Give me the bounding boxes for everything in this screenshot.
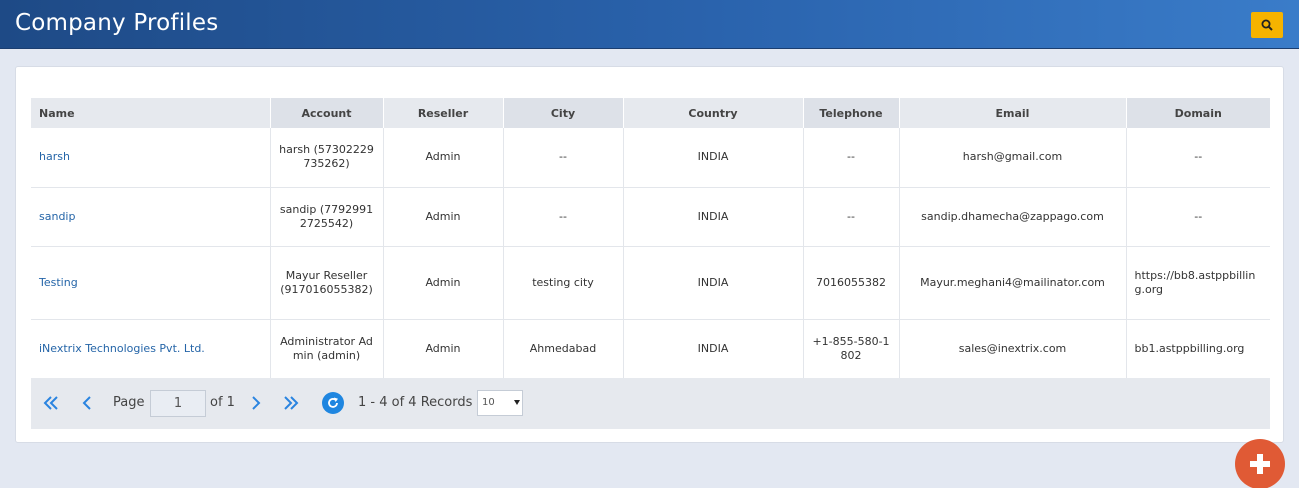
- chevron-left-icon[interactable]: [81, 395, 93, 411]
- domain-cell: --: [1126, 187, 1270, 247]
- city-cell: testing city: [503, 246, 624, 320]
- table-row: Testing Mayur Reseller (917016055382) Ad…: [31, 246, 1270, 320]
- search-button[interactable]: [1251, 12, 1283, 38]
- column-header-reseller[interactable]: Reseller: [383, 98, 504, 128]
- table-row: sandip sandip (77929912725542) Admin -- …: [31, 187, 1270, 247]
- country-cell: INDIA: [623, 128, 804, 188]
- add-company-button[interactable]: [1235, 439, 1285, 488]
- top-header-bar: Company Profiles: [0, 0, 1299, 49]
- reseller-cell: Admin: [383, 319, 504, 379]
- account-cell: Mayur Reseller (917016055382): [270, 246, 384, 320]
- column-header-telephone[interactable]: Telephone: [803, 98, 900, 128]
- email-cell: sales@inextrix.com: [899, 319, 1127, 379]
- company-profiles-table: Name Account Reseller City Country Telep…: [31, 98, 1270, 379]
- refresh-button[interactable]: [322, 392, 344, 414]
- account-cell: harsh (57302229735262): [270, 128, 384, 188]
- account-cell: sandip (77929912725542): [270, 187, 384, 247]
- city-cell: --: [503, 128, 624, 188]
- email-cell: sandip.dhamecha@zappago.com: [899, 187, 1127, 247]
- chevron-right-icon[interactable]: [250, 395, 262, 411]
- page-number-input[interactable]: [150, 390, 206, 417]
- company-name-link[interactable]: iNextrix Technologies Pvt. Ltd.: [39, 342, 205, 355]
- plus-icon: [1250, 454, 1270, 474]
- telephone-cell: 7016055382: [803, 246, 900, 320]
- email-cell: Mayur.meghani4@mailinator.com: [899, 246, 1127, 320]
- pagination-bar: Page of 1 1 - 4 of 4 Records 10: [31, 378, 1270, 429]
- domain-cell: https://bb8.astppbilling.org: [1126, 246, 1270, 320]
- reseller-cell: Admin: [383, 128, 504, 188]
- page-title: Company Profiles: [15, 10, 219, 36]
- column-header-domain[interactable]: Domain: [1126, 98, 1270, 128]
- company-name-link[interactable]: harsh: [39, 150, 70, 163]
- double-chevron-left-icon[interactable]: [43, 395, 59, 411]
- page-count-label: of 1: [210, 395, 235, 410]
- records-count-label: 1 - 4 of 4 Records: [358, 395, 473, 410]
- company-name-link[interactable]: Testing: [39, 276, 78, 289]
- profiles-card: Name Account Reseller City Country Telep…: [15, 66, 1284, 443]
- reseller-cell: Admin: [383, 246, 504, 320]
- page-label: Page: [113, 395, 145, 410]
- country-cell: INDIA: [623, 319, 804, 379]
- table-row: iNextrix Technologies Pvt. Ltd. Administ…: [31, 319, 1270, 379]
- email-cell: harsh@gmail.com: [899, 128, 1127, 188]
- dropdown-arrow-icon: [514, 400, 520, 405]
- table-row: harsh harsh (57302229735262) Admin -- IN…: [31, 128, 1270, 188]
- column-header-name[interactable]: Name: [31, 98, 271, 128]
- city-cell: --: [503, 187, 624, 247]
- country-cell: INDIA: [623, 187, 804, 247]
- company-name-link[interactable]: sandip: [39, 210, 75, 223]
- telephone-cell: --: [803, 128, 900, 188]
- reseller-cell: Admin: [383, 187, 504, 247]
- domain-cell: --: [1126, 128, 1270, 188]
- domain-cell: bb1.astppbilling.org: [1126, 319, 1270, 379]
- double-chevron-right-icon[interactable]: [283, 395, 299, 411]
- page-size-select[interactable]: 10: [477, 390, 523, 416]
- column-header-country[interactable]: Country: [623, 98, 804, 128]
- city-cell: Ahmedabad: [503, 319, 624, 379]
- search-icon: [1261, 19, 1273, 31]
- telephone-cell: +1-855-580-1802: [803, 319, 900, 379]
- column-header-city[interactable]: City: [503, 98, 624, 128]
- column-header-account[interactable]: Account: [270, 98, 384, 128]
- refresh-icon: [328, 397, 338, 408]
- page-size-value: 10: [482, 397, 495, 408]
- country-cell: INDIA: [623, 246, 804, 320]
- column-header-email[interactable]: Email: [899, 98, 1127, 128]
- table-header-row: Name Account Reseller City Country Telep…: [31, 98, 1270, 128]
- telephone-cell: --: [803, 187, 900, 247]
- account-cell: Administrator Admin (admin): [270, 319, 384, 379]
